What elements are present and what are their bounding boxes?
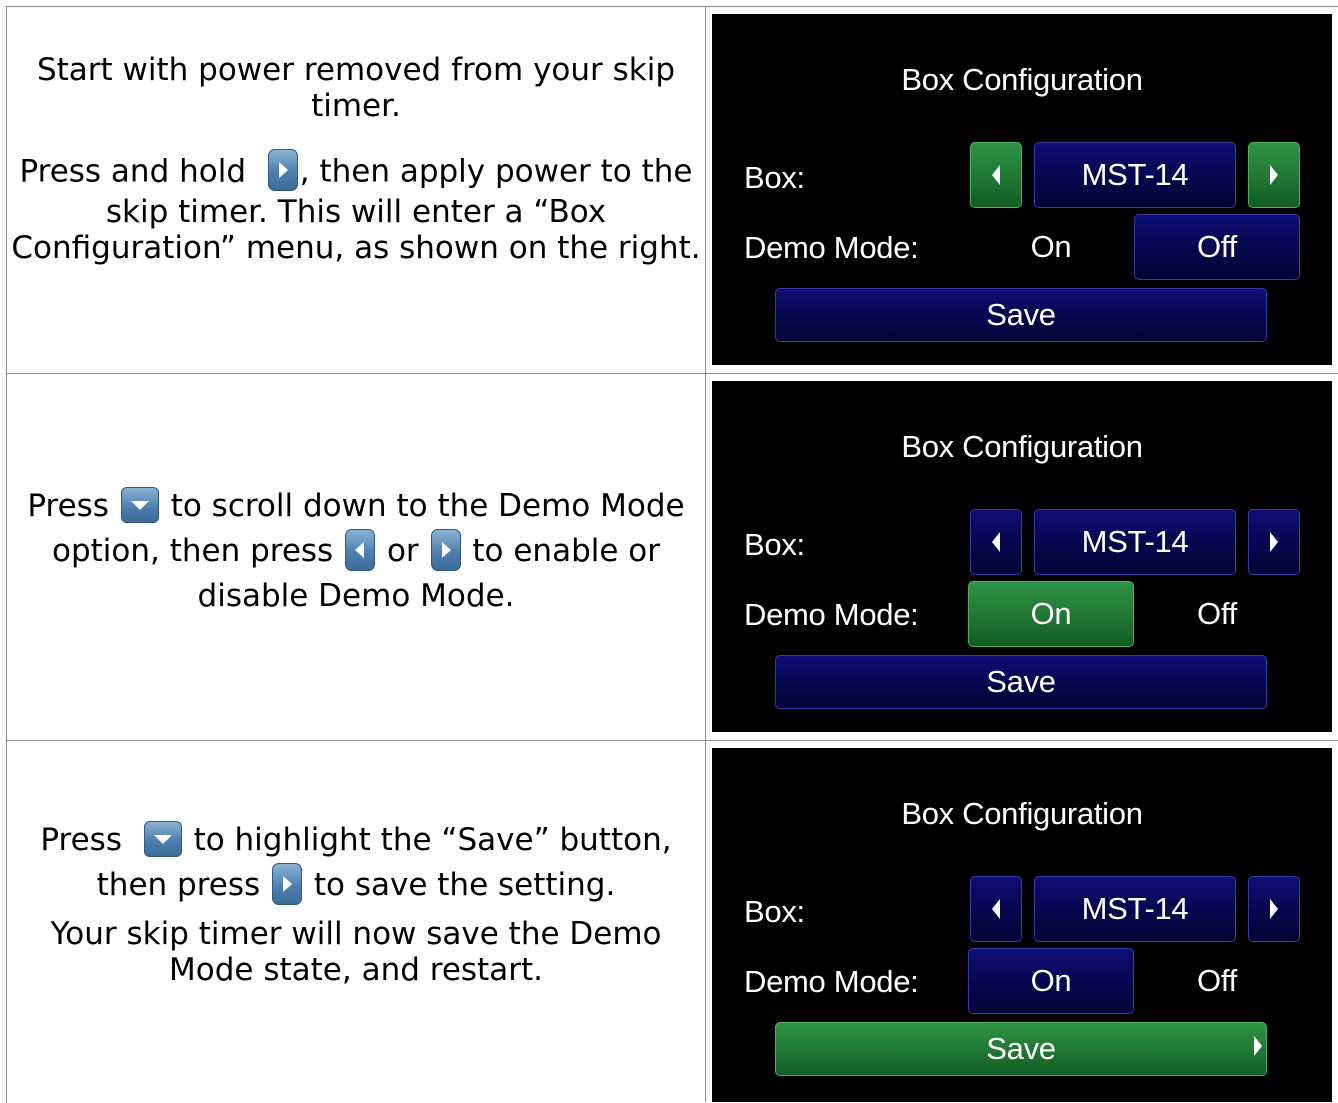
screen-step-3: Box Configuration Box: MST-14 Demo Mode:…: [712, 748, 1332, 1102]
right-arrow-icon: [272, 862, 303, 905]
down-arrow-icon: [143, 820, 182, 857]
left-arrow-icon: [992, 899, 1000, 919]
column-divider: [705, 6, 706, 1102]
demo-mode-label: Demo Mode:: [744, 230, 919, 265]
save-button[interactable]: Save: [775, 1022, 1267, 1076]
right-arrow-icon: [1270, 532, 1278, 552]
step-2-instructions: Press to scroll down to the Demo Mode op…: [8, 484, 704, 619]
step-2-text: Press to scroll down to the Demo Mode op…: [27, 486, 685, 614]
box-label: Box:: [744, 894, 805, 929]
demo-mode-label: Demo Mode:: [744, 964, 919, 999]
box-next-button[interactable]: [1248, 509, 1300, 575]
left-arrow-icon: [345, 528, 376, 571]
step-1-instructions: Start with power removed from your skip …: [8, 52, 704, 266]
right-arrow-icon: [430, 528, 461, 571]
right-arrow-icon: [1270, 899, 1278, 919]
box-prev-button[interactable]: [970, 509, 1022, 575]
box-prev-button[interactable]: [970, 142, 1022, 208]
demo-on-button[interactable]: On: [968, 948, 1134, 1014]
demo-off-button[interactable]: Off: [1134, 948, 1300, 1014]
box-prev-button[interactable]: [970, 876, 1022, 942]
box-next-button[interactable]: [1248, 876, 1300, 942]
box-label: Box:: [744, 527, 805, 562]
right-arrow-icon: [1270, 165, 1278, 185]
row-divider: [6, 740, 1338, 741]
screen-step-1: Box Configuration Box: MST-14 Demo Mode:…: [712, 14, 1332, 365]
demo-on-button[interactable]: On: [968, 581, 1134, 647]
right-arrow-icon: [267, 149, 298, 191]
screen-title: Box Configuration: [901, 429, 1143, 464]
demo-off-button[interactable]: Off: [1134, 581, 1300, 647]
screen-title: Box Configuration: [901, 796, 1143, 831]
step-1-text-2: Press and hold , then apply power to the…: [8, 149, 704, 266]
demo-mode-label: Demo Mode:: [744, 597, 919, 632]
row-divider: [6, 373, 1338, 374]
step-3-text-1: Press to highlight the “Save” button, th…: [40, 820, 672, 905]
screen-title: Box Configuration: [901, 62, 1143, 97]
demo-on-button[interactable]: On: [968, 214, 1134, 280]
step-3-instructions: Press to highlight the “Save” button, th…: [8, 818, 704, 988]
save-button-label: Save: [986, 1031, 1056, 1066]
box-label: Box:: [744, 160, 805, 195]
down-arrow-icon: [120, 486, 159, 523]
step-3-text-2: Your skip timer will now save the Demo M…: [50, 916, 662, 988]
save-button[interactable]: Save: [775, 655, 1267, 709]
left-arrow-icon: [992, 532, 1000, 552]
step-1-text-1: Start with power removed from your skip …: [36, 52, 676, 124]
box-next-button[interactable]: [1248, 142, 1300, 208]
demo-off-button[interactable]: Off: [1134, 214, 1300, 280]
left-arrow-icon: [992, 165, 1000, 185]
screen-step-2: Box Configuration Box: MST-14 Demo Mode:…: [712, 381, 1332, 732]
right-arrow-icon: [1254, 1036, 1262, 1056]
box-value[interactable]: MST-14: [1034, 509, 1236, 575]
box-value[interactable]: MST-14: [1034, 876, 1236, 942]
save-button[interactable]: Save: [775, 288, 1267, 342]
box-value[interactable]: MST-14: [1034, 142, 1236, 208]
